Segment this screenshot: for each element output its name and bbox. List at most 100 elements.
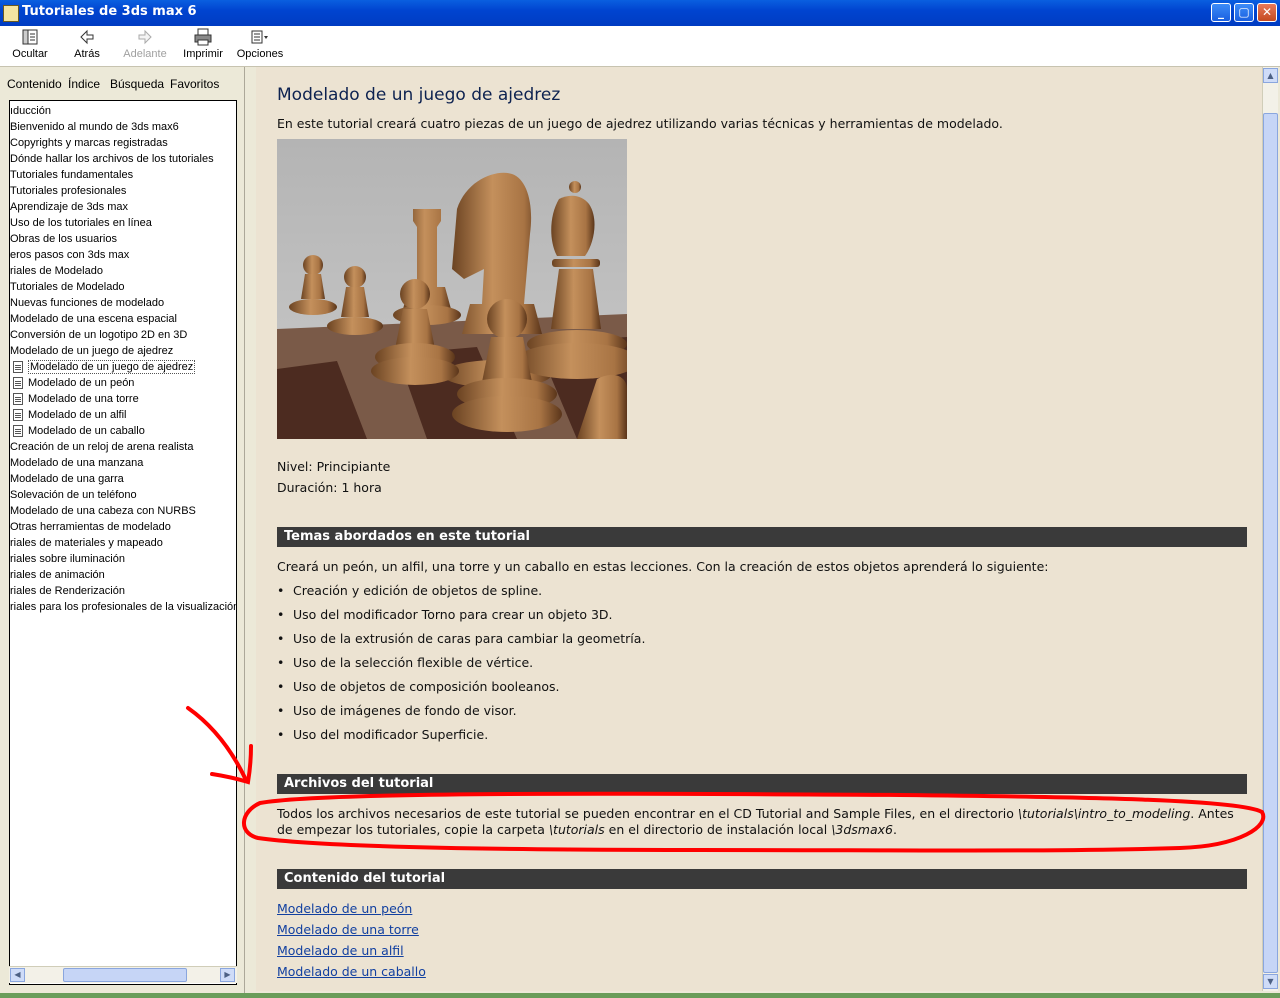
content-vertical-scrollbar[interactable]: ▲ ▼ <box>1262 67 1278 991</box>
topic-text: Creación y edición de objetos de spline. <box>293 583 543 598</box>
forward-button[interactable]: Adelante <box>121 28 169 64</box>
tab-contents[interactable]: Contenido <box>7 75 62 93</box>
tree-item[interactable]: eros pasos con 3ds max <box>10 247 129 263</box>
scroll-left-icon[interactable]: ◀ <box>10 968 25 982</box>
title-bar: Tutoriales de 3ds max 6 _ ▢ ✕ <box>0 0 1280 26</box>
tutorial-link[interactable]: Modelado de un caballo <box>277 964 426 979</box>
tree-item[interactable]: Modelado de un caballo <box>13 423 145 439</box>
tree-item[interactable]: Modelado de un juego de ajedrez <box>10 343 173 359</box>
scroll-right-icon[interactable]: ▶ <box>220 968 235 982</box>
tree-item[interactable]: Bienvenido al mundo de 3ds max6 <box>10 119 179 135</box>
tree-item[interactable]: Modelado de una garra <box>10 471 124 487</box>
back-label: Atrás <box>74 48 100 60</box>
tree-item[interactable]: Solevación de un teléfono <box>10 487 137 503</box>
tree-item[interactable]: riales de animación <box>10 567 105 583</box>
document-icon <box>13 409 23 422</box>
files-text-2a: de empezar los tutoriales, copie la carp… <box>277 822 549 837</box>
tree-horizontal-scrollbar[interactable]: ◀ ▶ <box>9 966 237 983</box>
tree-item[interactable]: Modelado de una escena espacial <box>10 311 177 327</box>
tree-item[interactable]: Uso de los tutoriales en línea <box>10 215 152 231</box>
tutorial-link[interactable]: Modelado de una torre <box>277 922 419 937</box>
tree-item[interactable]: ıducción <box>10 103 51 119</box>
close-button[interactable]: ✕ <box>1257 3 1277 22</box>
duration-text: Duración: 1 hora <box>277 480 382 495</box>
scroll-down-icon[interactable]: ▼ <box>1263 974 1278 989</box>
tree-item[interactable]: Tutoriales profesionales <box>10 183 126 199</box>
tree-item-label: Conversión de un logotipo 2D en 3D <box>10 329 188 341</box>
contents-heading: Contenido del tutorial <box>277 869 1247 889</box>
tree-item[interactable]: riales de Modelado <box>10 263 103 279</box>
tree-item[interactable]: Creación de un reloj de arena realista <box>10 439 193 455</box>
options-label: Opciones <box>236 48 284 60</box>
tree-item[interactable]: Modelado de un peón <box>13 375 134 391</box>
scroll-up-icon[interactable]: ▲ <box>1263 68 1278 83</box>
tree-item-label: eros pasos con 3ds max <box>10 249 130 261</box>
tree-item[interactable]: Modelado de un alfil <box>13 407 126 423</box>
tree-item[interactable]: Obras de los usuarios <box>10 231 117 247</box>
tutorial-link[interactable]: Modelado de un alfil <box>277 943 404 958</box>
tree-item[interactable]: Modelado de una manzana <box>10 455 143 471</box>
tree-item[interactable]: Modelado de un juego de ajedrez <box>13 359 196 375</box>
print-label: Imprimir <box>183 48 223 60</box>
restore-button[interactable]: ▢ <box>1234 3 1254 22</box>
tree-item-label: Dónde hallar los archivos de los tutoria… <box>10 153 214 165</box>
document-icon <box>13 361 23 374</box>
tree-item[interactable]: riales de Renderización <box>10 583 125 599</box>
pane-splitter[interactable] <box>244 67 254 998</box>
hide-pane-icon <box>10 28 50 48</box>
contents-tree[interactable]: ıducción Bienvenido al mundo de 3ds max6 C… <box>9 100 237 985</box>
files-text-line1: Todos los archivos necesarios de este tu… <box>277 806 1234 821</box>
tree-item-label: Creación de un reloj de arena realista <box>10 441 194 453</box>
tree-item[interactable]: riales sobre iluminación <box>10 551 125 567</box>
topic-text: Uso de la selección flexible de vértice. <box>293 655 534 670</box>
topic-text: Uso de la extrusión de caras para cambia… <box>293 631 646 646</box>
taskbar-edge <box>0 993 1280 998</box>
files-text-line2: de empezar los tutoriales, copie la carp… <box>277 822 897 837</box>
tree-item[interactable]: Tutoriales de Modelado <box>10 279 125 295</box>
help-app-icon <box>3 5 19 22</box>
scroll-thumb[interactable] <box>63 968 187 982</box>
tree-item[interactable]: Conversión de un logotipo 2D en 3D <box>10 327 187 343</box>
tree-item-label: Modelado de una escena espacial <box>10 313 177 325</box>
tab-index[interactable]: Índice <box>68 75 100 93</box>
files-text-2c: . <box>893 822 897 837</box>
tutorial-link[interactable]: Modelado de un peón <box>277 901 412 916</box>
tree-item[interactable]: Modelado de una cabeza con NURBS <box>10 503 196 519</box>
tree-item[interactable]: Tutoriales fundamentales <box>10 167 133 183</box>
content-scroll-thumb[interactable] <box>1263 113 1278 973</box>
back-button[interactable]: Atrás <box>72 28 102 64</box>
tree-item[interactable]: Nuevas funciones de modelado <box>10 295 164 311</box>
topic-text: Uso del modificador Torno para crear un … <box>293 607 613 622</box>
tab-search[interactable]: Búsqueda <box>110 75 164 93</box>
print-button[interactable]: Imprimir <box>183 28 223 64</box>
options-button[interactable]: Opciones <box>236 28 284 64</box>
tree-item-label: riales de animación <box>10 569 105 581</box>
tree-item-label: Modelado de una garra <box>10 473 124 485</box>
intro-text: En este tutorial creará cuatro piezas de… <box>277 116 1003 131</box>
tree-item-label: Tutoriales fundamentales <box>10 169 134 181</box>
tree-item[interactable]: Copyrights y marcas registradas <box>10 135 168 151</box>
hide-button[interactable]: Ocultar <box>10 28 50 64</box>
tree-item[interactable]: riales de materiales y mapeado <box>10 535 163 551</box>
tree-item-label: Modelado de una torre <box>28 393 139 405</box>
minimize-button[interactable]: _ <box>1211 3 1231 22</box>
tree-item[interactable]: Otras herramientas de modelado <box>10 519 171 535</box>
document-icon <box>13 425 23 438</box>
tree-item[interactable]: Aprendizaje de 3ds max <box>10 199 128 215</box>
tree-item-label: riales de Renderización <box>10 585 125 597</box>
level-text: Nivel: Principiante <box>277 459 391 474</box>
tree-item[interactable]: riales para los profesionales de la visu… <box>10 599 236 615</box>
tree-item[interactable]: Dónde hallar los archivos de los tutoria… <box>10 151 214 167</box>
options-icon <box>236 28 284 48</box>
topics-heading: Temas abordados en este tutorial <box>277 527 1247 547</box>
tree-item-label: riales de materiales y mapeado <box>10 537 163 549</box>
tree-item[interactable]: Modelado de una torre <box>13 391 139 407</box>
tree-item-label: Uso de los tutoriales en línea <box>10 217 152 229</box>
files-path-1: \tutorials\intro_to_modeling <box>1017 806 1191 821</box>
tree-item-label: Modelado de un juego de ajedrez <box>28 360 196 374</box>
tree-item-label: Modelado de un juego de ajedrez <box>10 345 174 357</box>
tree-item-label: Otras herramientas de modelado <box>10 521 171 533</box>
tab-favorites[interactable]: Favoritos <box>170 75 219 93</box>
window-title: Tutoriales de 3ds max 6 <box>22 4 197 19</box>
topic-text: Uso del modificador Superficie. <box>293 727 489 742</box>
